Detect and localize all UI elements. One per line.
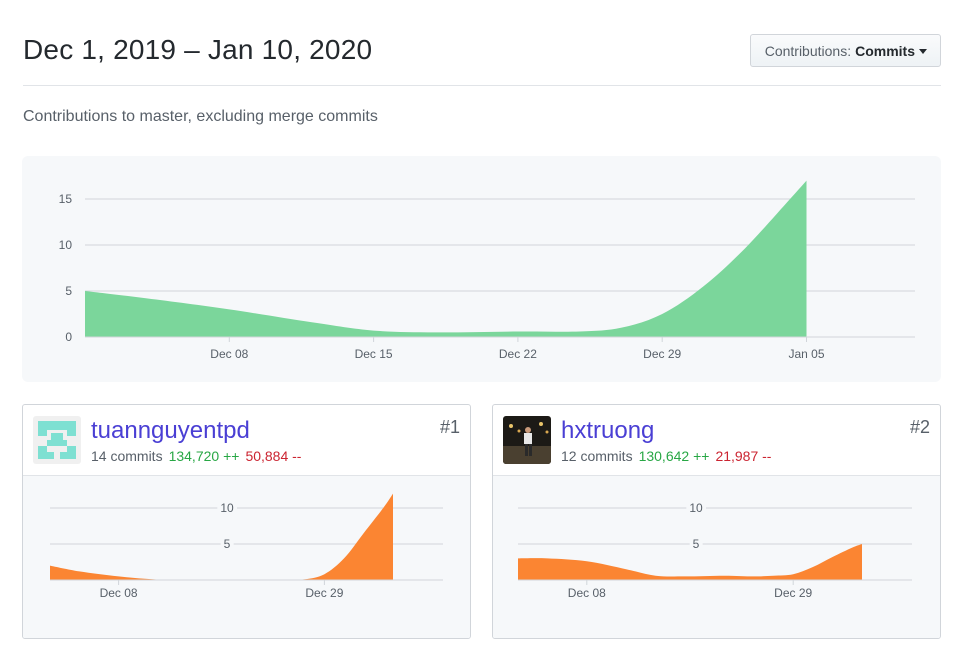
y-tick-label: 5	[693, 537, 700, 551]
series-area	[85, 180, 807, 337]
contributor-rank: #1	[439, 417, 460, 437]
y-tick-label: 10	[689, 501, 703, 515]
x-tick-label: Dec 08	[210, 347, 248, 361]
contributor-chart: 5 10 Dec 08 Dec 29	[23, 476, 470, 638]
x-tick-label: Dec 29	[643, 347, 681, 361]
x-tick-label: Dec 15	[355, 347, 393, 361]
deletions-count: 21,987 --	[715, 448, 772, 464]
deletions-count: 50,884 --	[245, 448, 302, 464]
page-header: Dec 1, 2019 – Jan 10, 2020 Contributions…	[23, 0, 941, 86]
contributor-username-link[interactable]: hxtruong	[561, 417, 654, 445]
contributions-subtitle: Contributions to master, excluding merge…	[23, 108, 378, 125]
caret-down-icon	[919, 48, 927, 54]
additions-count: 130,642 ++	[638, 448, 710, 464]
contributor-chart: 5 10 Dec 08 Dec 29	[493, 476, 940, 638]
photo-avatar-icon	[503, 416, 551, 464]
contributor-chart-svg: 5 10 Dec 08 Dec 29	[518, 501, 912, 600]
avatar-hxtruong[interactable]	[503, 416, 551, 464]
additions-count: 134,720 ++	[168, 448, 240, 464]
x-tick-label: Dec 08	[100, 586, 138, 600]
date-range-title: Dec 1, 2019 – Jan 10, 2020	[23, 34, 373, 65]
y-tick-label: 5	[65, 284, 72, 298]
y-tick-label: 15	[59, 192, 73, 206]
main-chart-svg: 0 5 10 15 Dec 08 Dec 15 Dec 22 Dec 29 Jan 05	[59, 180, 915, 361]
commit-count: 12 commits	[561, 448, 633, 464]
contributions-type-dropdown[interactable]: Contributions: Commits	[749, 34, 941, 67]
y-tick-label: 5	[224, 537, 231, 551]
contributor-card-1: tuannguyentpd 14 commits 134,720 ++ 50,884…	[22, 404, 471, 639]
contributor-stats: 14 commits 134,720 ++ 50,884 --	[91, 448, 301, 464]
contributor-username-link[interactable]: tuannguyentpd	[91, 417, 250, 445]
contributions-value: Commits	[855, 42, 915, 59]
x-tick-label: Dec 29	[305, 586, 343, 600]
x-tick-label: Dec 08	[568, 586, 606, 600]
x-tick-label: Jan 05	[788, 347, 824, 361]
y-tick-label: 0	[65, 330, 72, 344]
x-tick-label: Dec 29	[774, 586, 812, 600]
x-tick-label: Dec 22	[499, 347, 537, 361]
contributor-rank: #2	[909, 417, 930, 437]
y-tick-label: 10	[59, 238, 73, 252]
y-tick-label: 10	[220, 501, 234, 515]
identicon-avatar-icon	[33, 416, 81, 464]
contributions-label: Contributions:	[764, 42, 852, 59]
contributor-card-header: tuannguyentpd 14 commits 134,720 ++ 50,884…	[23, 405, 470, 476]
contributor-stats: 12 commits 130,642 ++ 21,987 --	[561, 448, 771, 464]
main-commits-chart: 0 5 10 15 Dec 08 Dec 15 Dec 22 Dec 29 Jan 05	[22, 156, 941, 382]
contributor-card-header: hxtruong 12 commits 130,642 ++ 21,987 -- #…	[493, 405, 940, 476]
contributor-chart-svg: 5 10 Dec 08 Dec 29	[50, 493, 443, 600]
commit-count: 14 commits	[91, 448, 163, 464]
avatar-tuannguyentpd[interactable]	[33, 416, 81, 464]
contributor-card-2: hxtruong 12 commits 130,642 ++ 21,987 -- #…	[492, 404, 941, 639]
